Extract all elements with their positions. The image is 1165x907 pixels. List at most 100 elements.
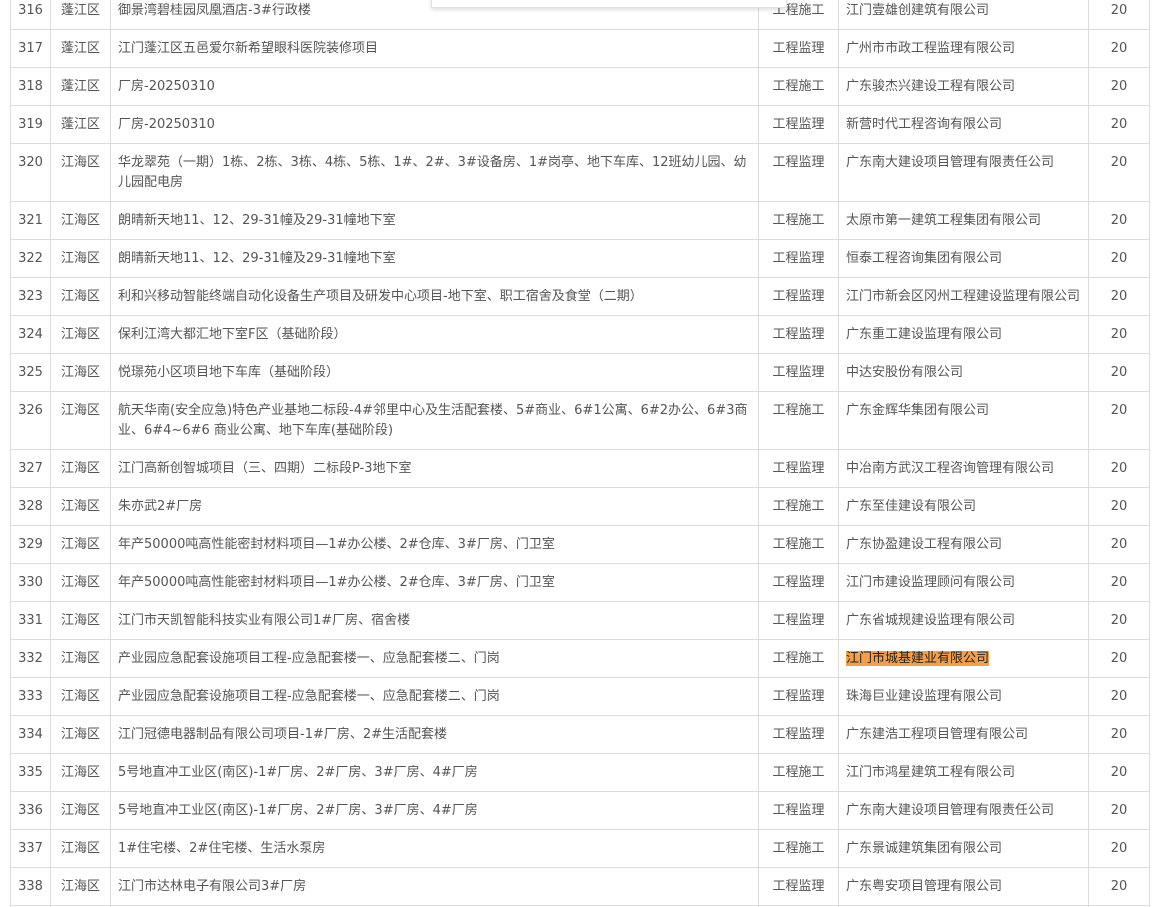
district-cell: 江海区 bbox=[50, 353, 111, 392]
score-cell: 20 bbox=[1088, 487, 1150, 526]
table-row: 325 江海区 悦璟苑小区项目地下车库（基础阶段） 工程监理 中达安股份有限公司 20 bbox=[10, 353, 1150, 392]
company-cell: 江门市鸿星建筑工程有限公司 bbox=[838, 753, 1089, 792]
work-type-cell: 工程监理 bbox=[758, 239, 839, 278]
project-name-cell: 产业园应急配套设施项目工程-应急配套楼一、应急配套楼二、门岗 bbox=[110, 677, 759, 716]
project-name-cell: 朱亦武2#厂房 bbox=[110, 487, 759, 526]
score-cell: 20 bbox=[1088, 753, 1150, 792]
table-row: 317 蓬江区 江门蓬江区五邑爱尔新希望眼科医院装修项目 工程监理 广州市市政工程监理有… bbox=[10, 29, 1150, 68]
district-cell: 蓬江区 bbox=[50, 67, 111, 106]
company-cell: 广东骏杰兴建设工程有限公司 bbox=[838, 67, 1089, 106]
work-type-cell: 工程施工 bbox=[758, 829, 839, 868]
records-table-body: 316 蓬江区 御景湾碧桂园凤凰酒店-3#行政楼 工程施工 江门壹雄创建筑有限公司 20 3… bbox=[10, 0, 1150, 907]
highlighted-company-text: 江门市城基建业有限公司 bbox=[846, 651, 990, 666]
project-name-cell: 厂房-20250310 bbox=[110, 67, 759, 106]
project-name-cell: 航天华南(安全应急)特色产业基地二标段-4#邻里中心及生活配套楼、5#商业、6#… bbox=[110, 391, 759, 450]
score-cell: 20 bbox=[1088, 525, 1150, 564]
table-row: 327 江海区 江门高新创智城项目（三、四期）二标段P-3地下室 工程监理 中冶南方武汉… bbox=[10, 449, 1150, 488]
work-type-cell: 工程监理 bbox=[758, 353, 839, 392]
work-type-cell: 工程监理 bbox=[758, 105, 839, 144]
work-type-cell: 工程施工 bbox=[758, 639, 839, 678]
table-row: 333 江海区 产业园应急配套设施项目工程-应急配套楼一、应急配套楼二、门岗 工程监理… bbox=[10, 677, 1150, 716]
project-name-cell: 江门高新创智城项目（三、四期）二标段P-3地下室 bbox=[110, 449, 759, 488]
project-name-cell: 年产50000吨高性能密封材料项目—1#办公楼、2#仓库、3#厂房、门卫室 bbox=[110, 525, 759, 564]
district-cell: 江海区 bbox=[50, 639, 111, 678]
project-name-cell: 江门市天凯智能科技实业有限公司1#厂房、宿舍楼 bbox=[110, 601, 759, 640]
work-type-cell: 工程施工 bbox=[758, 753, 839, 792]
project-name-cell: 5号地直冲工业区(南区)-1#厂房、2#厂房、3#厂房、4#厂房 bbox=[110, 791, 759, 830]
score-cell: 20 bbox=[1088, 143, 1150, 202]
table-row: 335 江海区 5号地直冲工业区(南区)-1#厂房、2#厂房、3#厂房、4#厂房 工程… bbox=[10, 753, 1150, 792]
company-cell: 中达安股份有限公司 bbox=[838, 353, 1089, 392]
table-row: 323 江海区 利和兴移动智能终端自动化设备生产项目及研发中心项目-地下室、职工宿舍… bbox=[10, 277, 1150, 316]
district-cell: 江海区 bbox=[50, 525, 111, 564]
table-row: 330 江海区 年产50000吨高性能密封材料项目—1#办公楼、2#仓库、3#厂房、… bbox=[10, 563, 1150, 602]
row-number-cell: 331 bbox=[10, 601, 51, 640]
row-number-cell: 332 bbox=[10, 639, 51, 678]
row-number-cell: 325 bbox=[10, 353, 51, 392]
company-cell: 广东重工建设监理有限公司 bbox=[838, 315, 1089, 354]
company-cell: 江门市新会区冈州工程建设监理有限公司 bbox=[838, 277, 1089, 316]
table-row: 336 江海区 5号地直冲工业区(南区)-1#厂房、2#厂房、3#厂房、4#厂房 工程… bbox=[10, 791, 1150, 830]
company-cell: 广东南大建设项目管理有限责任公司 bbox=[838, 143, 1089, 202]
work-type-cell: 工程监理 bbox=[758, 867, 839, 906]
floating-panel-edge bbox=[431, 0, 787, 8]
district-cell: 江海区 bbox=[50, 867, 111, 906]
company-cell: 广州市市政工程监理有限公司 bbox=[838, 29, 1089, 68]
company-cell: 广东协盈建设工程有限公司 bbox=[838, 525, 1089, 564]
company-cell: 广东粤安项目管理有限公司 bbox=[838, 867, 1089, 906]
score-cell: 20 bbox=[1088, 715, 1150, 754]
district-cell: 江海区 bbox=[50, 753, 111, 792]
company-cell: 广东建浩工程项目管理有限公司 bbox=[838, 715, 1089, 754]
row-number-cell: 328 bbox=[10, 487, 51, 526]
table-row: 331 江海区 江门市天凯智能科技实业有限公司1#厂房、宿舍楼 工程监理 广东省城规建设… bbox=[10, 601, 1150, 640]
district-cell: 江海区 bbox=[50, 277, 111, 316]
score-cell: 20 bbox=[1088, 105, 1150, 144]
row-number-cell: 329 bbox=[10, 525, 51, 564]
row-number-cell: 326 bbox=[10, 391, 51, 450]
row-number-cell: 323 bbox=[10, 277, 51, 316]
score-cell: 20 bbox=[1088, 0, 1150, 30]
score-cell: 20 bbox=[1088, 791, 1150, 830]
project-name-cell: 江门冠德电器制品有限公司项目-1#厂房、2#生活配套楼 bbox=[110, 715, 759, 754]
district-cell: 蓬江区 bbox=[50, 29, 111, 68]
score-cell: 20 bbox=[1088, 391, 1150, 450]
district-cell: 江海区 bbox=[50, 143, 111, 202]
score-cell: 20 bbox=[1088, 239, 1150, 278]
work-type-cell: 工程施工 bbox=[758, 525, 839, 564]
work-type-cell: 工程监理 bbox=[758, 143, 839, 202]
records-table: 316 蓬江区 御景湾碧桂园凤凰酒店-3#行政楼 工程施工 江门壹雄创建筑有限公司 20 3… bbox=[10, 0, 1150, 907]
company-cell: 珠海巨业建设监理有限公司 bbox=[838, 677, 1089, 716]
district-cell: 江海区 bbox=[50, 315, 111, 354]
work-type-cell: 工程监理 bbox=[758, 449, 839, 488]
score-cell: 20 bbox=[1088, 277, 1150, 316]
company-cell: 恒泰工程咨询集团有限公司 bbox=[838, 239, 1089, 278]
district-cell: 江海区 bbox=[50, 563, 111, 602]
row-number-cell: 316 bbox=[10, 0, 51, 30]
row-number-cell: 320 bbox=[10, 143, 51, 202]
project-name-cell: 年产50000吨高性能密封材料项目—1#办公楼、2#仓库、3#厂房、门卫室 bbox=[110, 563, 759, 602]
company-cell: 江门壹雄创建筑有限公司 bbox=[838, 0, 1089, 30]
district-cell: 蓬江区 bbox=[50, 105, 111, 144]
work-type-cell: 工程施工 bbox=[758, 67, 839, 106]
company-cell: 江门市建设监理顾问有限公司 bbox=[838, 563, 1089, 602]
row-number-cell: 330 bbox=[10, 563, 51, 602]
score-cell: 20 bbox=[1088, 639, 1150, 678]
row-number-cell: 337 bbox=[10, 829, 51, 868]
table-row: 324 江海区 保利江湾大都汇地下室F区（基础阶段） 工程监理 广东重工建设监理有限公司… bbox=[10, 315, 1150, 354]
company-cell: 新营时代工程咨询有限公司 bbox=[838, 105, 1089, 144]
score-cell: 20 bbox=[1088, 29, 1150, 68]
work-type-cell: 工程监理 bbox=[758, 29, 839, 68]
project-name-cell: 江门蓬江区五邑爱尔新希望眼科医院装修项目 bbox=[110, 29, 759, 68]
work-type-cell: 工程监理 bbox=[758, 277, 839, 316]
table-row: 332 江海区 产业园应急配套设施项目工程-应急配套楼一、应急配套楼二、门岗 工程施工… bbox=[10, 639, 1150, 678]
score-cell: 20 bbox=[1088, 677, 1150, 716]
table-viewport[interactable]: 316 蓬江区 御景湾碧桂园凤凰酒店-3#行政楼 工程施工 江门壹雄创建筑有限公司 20 3… bbox=[0, 0, 1165, 907]
company-cell: 江门市城基建业有限公司 bbox=[838, 639, 1089, 678]
score-cell: 20 bbox=[1088, 601, 1150, 640]
work-type-cell: 工程施工 bbox=[758, 201, 839, 240]
score-cell: 20 bbox=[1088, 353, 1150, 392]
district-cell: 江海区 bbox=[50, 677, 111, 716]
table-row: 337 江海区 1#住宅楼、2#住宅楼、生活水泵房 工程施工 广东景诚建筑集团有限公司 2… bbox=[10, 829, 1150, 868]
table-row: 329 江海区 年产50000吨高性能密封材料项目—1#办公楼、2#仓库、3#厂房、… bbox=[10, 525, 1150, 564]
row-number-cell: 327 bbox=[10, 449, 51, 488]
